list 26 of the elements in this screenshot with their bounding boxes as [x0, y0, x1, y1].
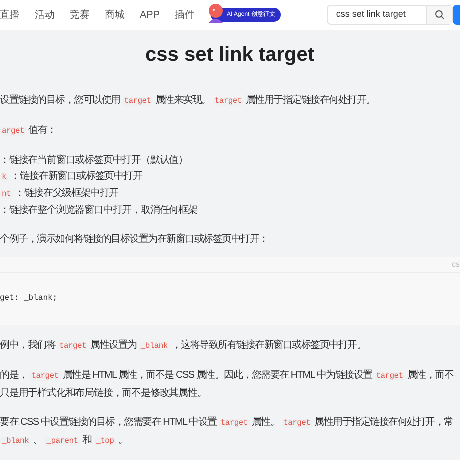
code-language: cs [452, 258, 460, 270]
search-field[interactable]: css set link target [327, 5, 454, 25]
paragraph: 例中，我们将 target 属性设置为 _blank ，这将导致所有链接在新窗口或标签页中打开。 [0, 338, 366, 353]
paragraph: arget 值有： [0, 124, 56, 138]
paragraph: 要在 CSS 中设置链接的目标，您需要在 HTML 中设置 target 属性。 target 属性用于指定链接在何处打开，常 [0, 416, 454, 430]
list-item: ：链接在当前窗口或标签页中打开（默认值） [0, 154, 188, 168]
mascot-icon [207, 3, 226, 23]
list-item: k ：链接在新窗口或标签页中打开 [0, 170, 142, 184]
paragraph: _blank 、 _parent 和 _top 。 [0, 434, 128, 448]
article-title: css set link target [144, 43, 316, 68]
search-icon [434, 10, 445, 20]
list-item: ：链接在整个浏览器窗口中打开，取消任何框架 [0, 204, 198, 218]
nav-link[interactable]: 插件 [175, 8, 196, 22]
paragraph: 设置链接的目标，您可以使用 target 属性来实现。 target 属性用于指定链接在何处打开。 [0, 94, 376, 108]
paragraph: 的是， target 属性是 HTML 属性，而不是 CSS 属性。因此，您需要在 HTML 中为链接设置 target 属性，而不 [0, 368, 454, 383]
nav-link[interactable]: 活动 [35, 8, 55, 22]
nav-link[interactable]: APP [140, 8, 160, 22]
paragraph: 个例子，演示如何将链接的目标设置为在新窗口或标签页中打开： [0, 232, 268, 247]
nav-link[interactable]: 商城 [105, 8, 125, 22]
code-line: get: _blank; [0, 293, 58, 305]
list-item: nt ：链接在父级框架中打开 [0, 186, 119, 201]
action-button[interactable] [453, 5, 460, 25]
nav-link[interactable]: 竞赛 [70, 8, 90, 22]
nav-link[interactable]: 直播 [0, 8, 20, 22]
paragraph: 只是用于样式化和布局链接，而不是修改其属性。 [0, 386, 207, 401]
search-button[interactable] [426, 6, 452, 24]
